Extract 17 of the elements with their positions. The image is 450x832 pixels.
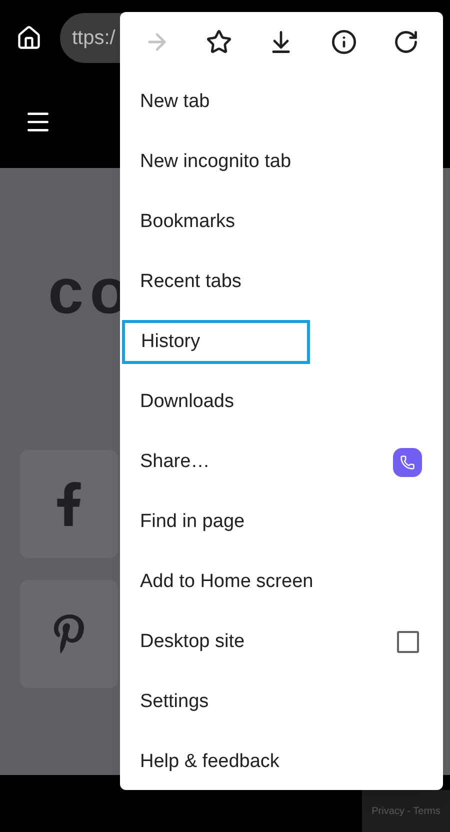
- menu-item[interactable]: Share…: [120, 432, 393, 492]
- checkbox[interactable]: [397, 631, 419, 653]
- share-card[interactable]: [20, 450, 118, 558]
- menu-item[interactable]: Add to Home screen: [120, 552, 443, 612]
- home-icon[interactable]: [16, 24, 42, 50]
- menu-item[interactable]: New incognito tab: [120, 132, 443, 192]
- share-card[interactable]: [20, 580, 118, 688]
- menu-item[interactable]: Recent tabs: [120, 252, 443, 312]
- app-icon[interactable]: [393, 448, 422, 476]
- menu-item[interactable]: Help & feedback: [120, 732, 443, 792]
- menu-item[interactable]: Desktop site: [120, 612, 397, 672]
- menu-item[interactable]: History: [122, 320, 310, 364]
- menu-item[interactable]: Bookmarks: [120, 192, 443, 252]
- menu-item[interactable]: Downloads: [120, 372, 443, 432]
- menu-item[interactable]: Find in page: [120, 492, 443, 552]
- menu-item[interactable]: Settings: [120, 672, 443, 732]
- menu-item[interactable]: New tab: [120, 72, 443, 132]
